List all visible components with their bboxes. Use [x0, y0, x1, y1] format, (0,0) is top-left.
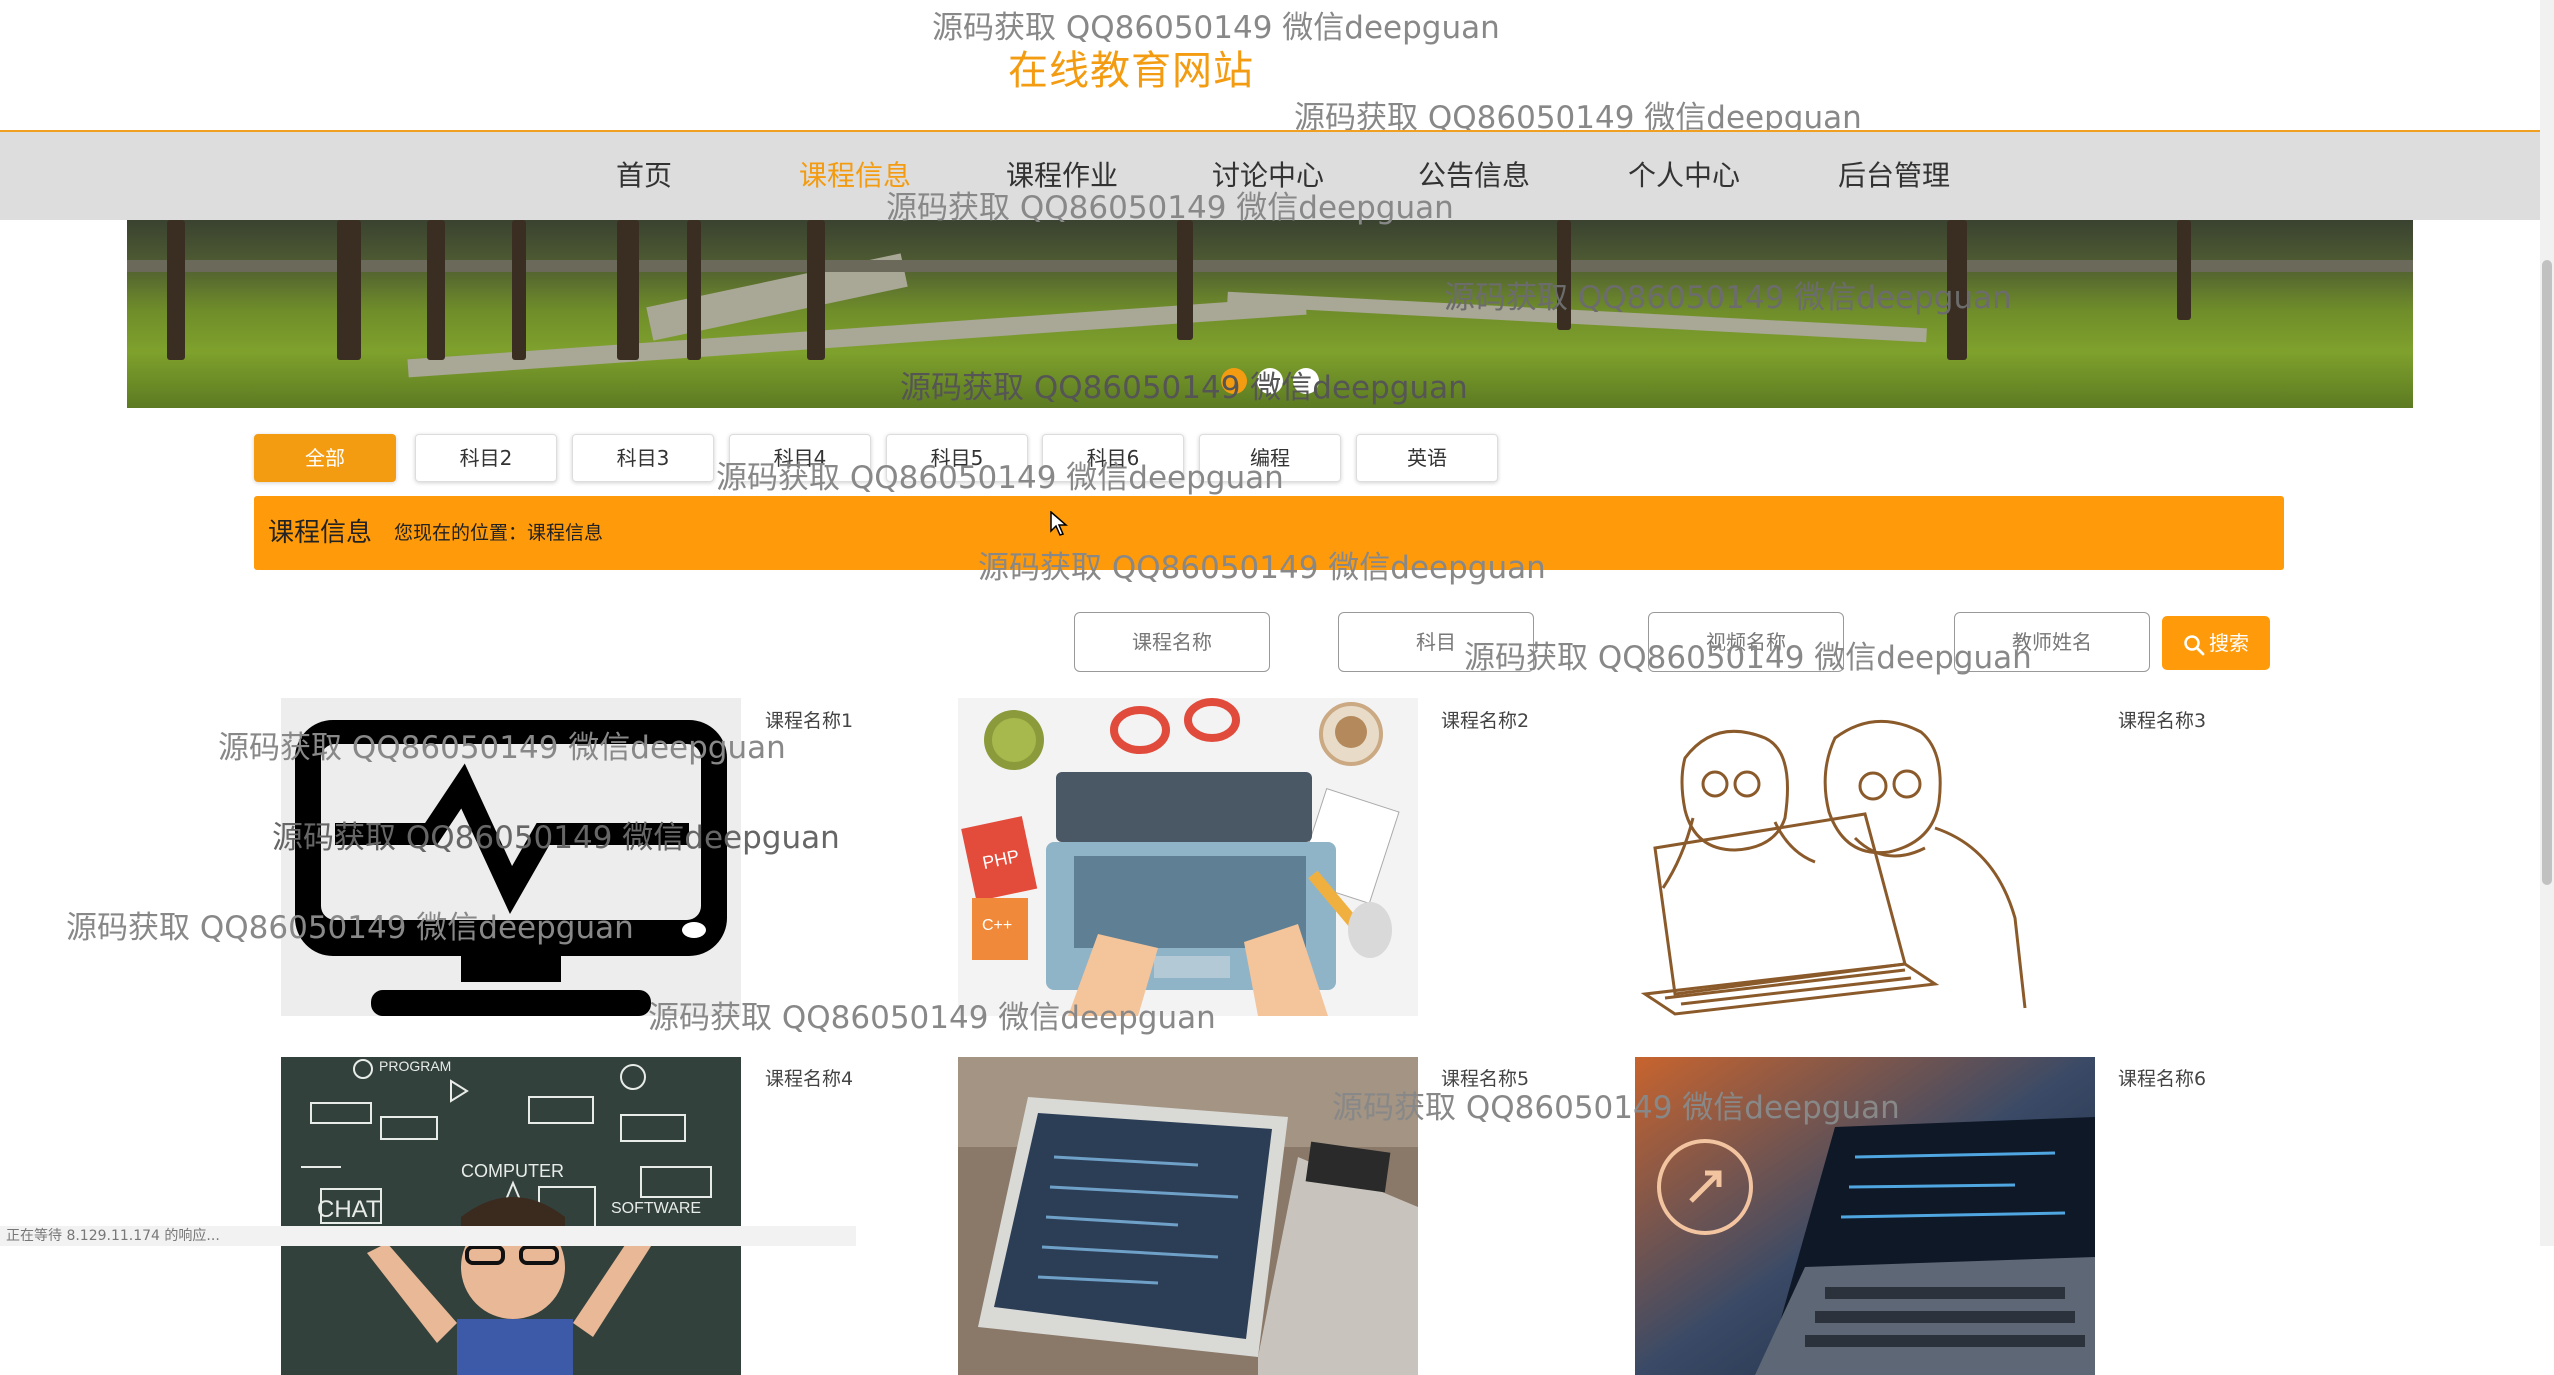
teacher-name-search-input[interactable] — [1954, 612, 2150, 672]
laptop-photo — [958, 1057, 1418, 1375]
site-title: 在线教育网站 — [1008, 48, 1254, 94]
course-name-6[interactable]: 课程名称6 — [2118, 1064, 2206, 1091]
course-name-4[interactable]: 课程名称4 — [765, 1064, 853, 1091]
browser-status-bar: 正在等待 8.129.11.174 的响应... — [0, 1226, 856, 1246]
banner-carousel — [127, 220, 2413, 408]
course-name-2[interactable]: 课程名称2 — [1441, 706, 1529, 733]
laptop-code-photo — [1635, 1057, 2095, 1375]
svg-text:PROGRAM: PROGRAM — [379, 1058, 451, 1074]
course-image-1[interactable] — [281, 698, 741, 1016]
main-navbar: 首页 课程信息 课程作业 讨论中心 公告信息 个人中心 后台管理 — [0, 132, 2540, 220]
nav-item-homework[interactable]: 课程作业 — [1006, 132, 1118, 220]
video-name-search-input[interactable] — [1648, 612, 1844, 672]
course-name-3[interactable]: 课程名称3 — [2118, 706, 2206, 733]
course-image-3[interactable] — [1635, 698, 2095, 1016]
laptop-desk-illustration: PHP C++ — [961, 698, 1400, 1016]
category-tab-programming[interactable]: 编程 — [1199, 434, 1341, 482]
chalkboard-kid-photo: PROGRAM COMPUTER CHAT SOFTWARE — [281, 1057, 741, 1375]
course-image-6[interactable] — [1635, 1057, 2095, 1375]
monitor-icon — [295, 720, 727, 1016]
nav-item-discussion[interactable]: 讨论中心 — [1212, 132, 1324, 220]
course-image-4[interactable]: PROGRAM COMPUTER CHAT SOFTWARE — [281, 1057, 741, 1375]
nav-item-announcements[interactable]: 公告信息 — [1418, 132, 1530, 220]
nav-item-profile[interactable]: 个人中心 — [1628, 132, 1740, 220]
category-tab-subject4[interactable]: 科目4 — [729, 434, 871, 482]
course-image-5[interactable] — [958, 1057, 1418, 1375]
carousel-dot-2[interactable] — [1257, 368, 1283, 394]
search-button[interactable]: 搜索 — [2162, 616, 2270, 670]
nav-item-courses[interactable]: 课程信息 — [799, 132, 911, 220]
category-tab-subject3[interactable]: 科目3 — [572, 434, 714, 482]
mouse-cursor-icon — [1050, 511, 1068, 536]
course-image-2[interactable]: PHP C++ — [958, 698, 1418, 1016]
course-name-1[interactable]: 课程名称1 — [765, 706, 853, 733]
sketch-people-laptop — [1640, 719, 2027, 1016]
svg-text:COMPUTER: COMPUTER — [461, 1161, 564, 1181]
subject-search-input[interactable] — [1338, 612, 1534, 672]
search-icon — [2184, 634, 2205, 655]
category-tab-subject5[interactable]: 科目5 — [886, 434, 1028, 482]
nav-item-home[interactable]: 首页 — [616, 132, 672, 220]
carousel-dot-1[interactable] — [1221, 368, 1247, 394]
search-button-label: 搜索 — [2209, 631, 2249, 655]
breadcrumb: 您现在的位置：课程信息 — [394, 522, 604, 544]
svg-text:SOFTWARE: SOFTWARE — [611, 1200, 701, 1217]
svg-text:CHAT: CHAT — [317, 1196, 381, 1223]
category-tab-english[interactable]: 英语 — [1356, 434, 1498, 482]
scrollbar-thumb[interactable] — [2542, 260, 2552, 885]
section-header-bar: 课程信息 您现在的位置：课程信息 — [254, 496, 2284, 570]
carousel-dot-3[interactable] — [1293, 368, 1319, 394]
category-tab-all[interactable]: 全部 — [254, 434, 396, 482]
svg-text:C++: C++ — [982, 917, 1012, 934]
nav-item-admin[interactable]: 后台管理 — [1838, 132, 1950, 220]
course-name-5[interactable]: 课程名称5 — [1441, 1064, 1529, 1091]
section-title: 课程信息 — [268, 518, 373, 548]
category-tab-subject6[interactable]: 科目6 — [1042, 434, 1184, 482]
category-tab-subject2[interactable]: 科目2 — [415, 434, 557, 482]
course-name-search-input[interactable] — [1074, 612, 1270, 672]
